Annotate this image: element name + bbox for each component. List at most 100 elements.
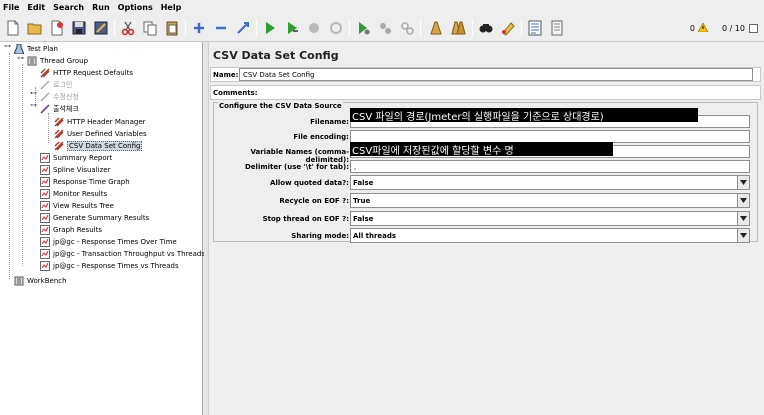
- toggle-icon[interactable]: [233, 18, 253, 38]
- listener-icon: [40, 237, 50, 247]
- config-panel: CSV Data Set Config Name: CSV Data Set C…: [209, 42, 764, 415]
- tree-node-login[interactable]: 로그인: [40, 79, 72, 91]
- tree-node-user-vars[interactable]: User Defined Variables: [54, 128, 147, 140]
- new-icon[interactable]: [3, 18, 23, 38]
- tree-toggle[interactable]: ⊶: [30, 101, 37, 109]
- tree-node-csv-config[interactable]: CSV Data Set Config: [54, 140, 143, 152]
- shutdown-icon[interactable]: [326, 18, 346, 38]
- tree-node-throughput-vs-threads[interactable]: jp@gc - Transaction Throughput vs Thread…: [40, 248, 205, 260]
- stop-label: Stop thread on EOF ?:: [262, 215, 349, 223]
- tree-node-thread-group[interactable]: Thread Group: [27, 55, 88, 67]
- save-icon[interactable]: [69, 18, 89, 38]
- varnames-label: Variable Names (comma-delimited):: [250, 148, 349, 164]
- chevron-down-icon[interactable]: [737, 212, 749, 225]
- menu-edit[interactable]: Edit: [27, 3, 45, 12]
- menu-file[interactable]: File: [3, 3, 19, 12]
- listener-icon: [40, 225, 50, 235]
- sharing-label: Sharing mode:: [291, 232, 349, 240]
- tree-node-rt-over-time[interactable]: jp@gc - Response Times Over Time: [40, 236, 177, 248]
- listener-icon: [40, 213, 50, 223]
- menu-options[interactable]: Options: [118, 3, 153, 12]
- menu-search[interactable]: Search: [53, 3, 84, 12]
- stop-icon[interactable]: [304, 18, 324, 38]
- listener-icon: [40, 249, 50, 259]
- tree-node-graph-results[interactable]: Graph Results: [40, 224, 102, 236]
- listener-icon: [40, 177, 50, 187]
- controller-icon: [40, 104, 50, 114]
- tree-node-summary-report[interactable]: Summary Report: [40, 152, 112, 164]
- stop-value: False: [353, 214, 374, 223]
- flask-icon: [14, 44, 24, 54]
- tree-node-generate-summary[interactable]: Generate Summary Results: [40, 212, 149, 224]
- comments-field[interactable]: [257, 86, 753, 99]
- delimiter-field[interactable]: ,: [350, 160, 750, 173]
- tree-toggle[interactable]: ⊷: [30, 89, 37, 97]
- toolbar: 0 0 / 10: [0, 14, 764, 42]
- stop-select[interactable]: False: [350, 211, 750, 226]
- cut-icon[interactable]: [118, 18, 138, 38]
- tree-node-workbench[interactable]: WorkBench: [14, 275, 67, 287]
- chevron-down-icon[interactable]: [737, 176, 749, 189]
- page-title: CSV Data Set Config: [213, 49, 339, 62]
- workbench-icon: [14, 276, 24, 286]
- clear-all-icon[interactable]: [448, 18, 468, 38]
- recycle-value: True: [353, 196, 371, 205]
- tree-node-rt-vs-threads[interactable]: jp@gc - Response Times vs Threads: [40, 260, 179, 272]
- remote-shutdown-icon[interactable]: [397, 18, 417, 38]
- menu-bar: File Edit Search Run Options Help: [0, 0, 764, 14]
- config-element-icon: [54, 141, 64, 151]
- open-icon[interactable]: [25, 18, 45, 38]
- tree-node-monitor-results[interactable]: Monitor Results: [40, 188, 107, 200]
- remote-start-icon[interactable]: [353, 18, 373, 38]
- warning-icon[interactable]: [697, 22, 709, 34]
- name-field[interactable]: CSV Data Set Config: [239, 68, 753, 81]
- save-screen-icon[interactable]: [91, 18, 111, 38]
- start-icon[interactable]: [260, 18, 280, 38]
- function-helper-icon[interactable]: [525, 18, 545, 38]
- thread-count: 0 / 10: [721, 24, 745, 33]
- reset-search-icon[interactable]: [498, 18, 518, 38]
- quoted-select[interactable]: False: [350, 175, 750, 190]
- csv-source-group: Configure the CSV Data Source Filename: …: [213, 102, 758, 243]
- tree-node-list[interactable]: 출석체크: [40, 103, 79, 115]
- start-no-pauses-icon[interactable]: [282, 18, 302, 38]
- sharing-select[interactable]: All threads: [350, 228, 750, 243]
- jmeter-window: File Edit Search Run Options Help 0 0 / …: [0, 0, 764, 415]
- paste-icon[interactable]: [162, 18, 182, 38]
- sharing-value: All threads: [353, 231, 397, 240]
- help-icon[interactable]: [547, 18, 567, 38]
- config-element-icon: [40, 68, 50, 78]
- recycle-select[interactable]: True: [350, 193, 750, 208]
- tree-node-http-defaults[interactable]: HTTP Request Defaults: [40, 67, 133, 79]
- collapse-icon[interactable]: [211, 18, 231, 38]
- search-icon[interactable]: [476, 18, 496, 38]
- open-template-icon[interactable]: [47, 18, 67, 38]
- tree-toggle[interactable]: ⊶: [17, 54, 24, 62]
- listener-icon: [40, 153, 50, 163]
- controller-icon: [40, 80, 50, 90]
- controller-icon: [40, 92, 50, 102]
- copy-icon[interactable]: [140, 18, 160, 38]
- expand-icon[interactable]: [189, 18, 209, 38]
- tree-node-spline[interactable]: Spline Visualizer: [40, 164, 110, 176]
- recycle-label: Recycle on EOF ?:: [279, 197, 349, 205]
- filename-annotation: CSV 파일의 경로(Jmeter의 실행파일을 기준으로 상대경로): [350, 108, 698, 123]
- tree-node-header-manager[interactable]: HTTP Header Manager: [54, 116, 146, 128]
- tree-node-view-results-tree[interactable]: View Results Tree: [40, 200, 114, 212]
- remote-stop-icon[interactable]: [375, 18, 395, 38]
- menu-help[interactable]: Help: [161, 3, 182, 12]
- test-plan-tree: ⊶ Test Plan ⊶ Thread Group HTTP Request …: [0, 42, 205, 415]
- status-area: 0 0 / 10: [690, 22, 758, 34]
- chevron-down-icon[interactable]: [737, 229, 749, 242]
- tree-toggle[interactable]: ⊶: [4, 42, 11, 50]
- group-title: Configure the CSV Data Source: [218, 102, 343, 110]
- clear-icon[interactable]: [426, 18, 446, 38]
- tree-node-modify[interactable]: 수정신청: [40, 91, 79, 103]
- varnames-annotation: CSV파일에 저장된값에 할당할 변수 명: [350, 142, 613, 157]
- menu-run[interactable]: Run: [92, 3, 110, 12]
- thread-group-icon: [27, 56, 37, 66]
- quoted-label: Allow quoted data?:: [270, 179, 349, 187]
- chevron-down-icon[interactable]: [737, 194, 749, 207]
- config-element-icon: [54, 117, 64, 127]
- tree-node-response-time-graph[interactable]: Response Time Graph: [40, 176, 130, 188]
